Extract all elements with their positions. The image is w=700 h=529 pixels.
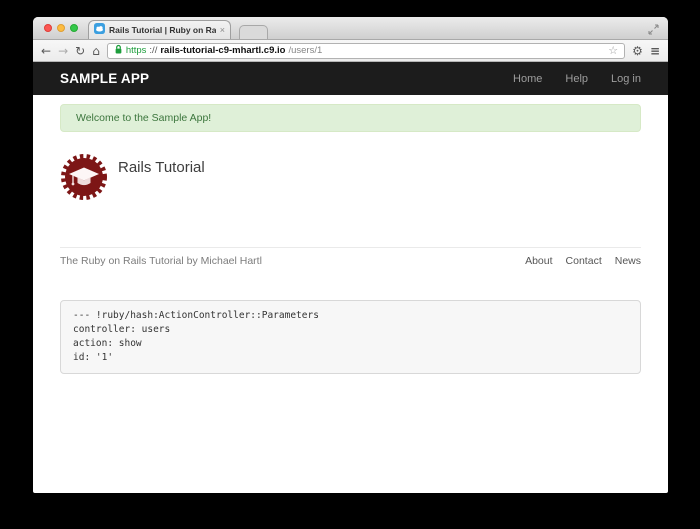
debug-line: --- !ruby/hash:ActionController::Paramet… xyxy=(73,309,628,323)
nav-link-help[interactable]: Help xyxy=(565,73,588,85)
rails-tutorial-seal-avatar xyxy=(60,153,108,206)
url-path: /users/1 xyxy=(288,45,322,56)
footer-links: About Contact News xyxy=(525,255,641,267)
nav-link-login[interactable]: Log in xyxy=(611,73,641,85)
close-window-button[interactable] xyxy=(44,24,52,32)
https-lock-icon xyxy=(114,44,123,58)
nav-links: Home Help Log in xyxy=(513,73,641,85)
nav-link-home[interactable]: Home xyxy=(513,73,542,85)
tab-title: Rails Tutorial | Ruby on Ra xyxy=(109,25,216,35)
footer-credit-text[interactable]: The Ruby on Rails Tutorial by Michael Ha… xyxy=(60,255,262,267)
debug-line: controller: users xyxy=(73,323,628,337)
fullscreen-expand-icon[interactable] xyxy=(648,22,659,40)
back-icon[interactable]: ← xyxy=(41,45,51,57)
browser-tab[interactable]: Rails Tutorial | Ruby on Ra × xyxy=(88,20,231,39)
rails-debug-info-box: --- !ruby/hash:ActionController::Paramet… xyxy=(60,300,641,374)
brand-link[interactable]: SAMPLE APP xyxy=(60,71,149,86)
favicon-cloud9-icon xyxy=(94,21,105,39)
browser-toolbar: ← → ↻ ⌂ https://rails-tutorial-c9-mhartl… xyxy=(33,40,668,62)
menu-hamburger-icon[interactable]: ≡ xyxy=(650,45,660,57)
bookmark-star-icon[interactable]: ☆ xyxy=(608,44,618,57)
footer-link-news[interactable]: News xyxy=(615,255,641,267)
footer-link-contact[interactable]: Contact xyxy=(566,255,602,267)
user-profile-section: Rails Tutorial xyxy=(60,153,641,206)
site-footer: The Ruby on Rails Tutorial by Michael Ha… xyxy=(60,247,641,267)
footer-link-about[interactable]: About xyxy=(525,255,552,267)
user-name-heading: Rails Tutorial xyxy=(118,159,205,176)
site-navbar: SAMPLE APP Home Help Log in xyxy=(33,62,668,95)
flash-success-message: Welcome to the Sample App! xyxy=(60,104,641,132)
home-icon[interactable]: ⌂ xyxy=(92,45,100,57)
url-scheme: https xyxy=(126,45,147,56)
url-separator: :// xyxy=(149,45,157,56)
reload-icon[interactable]: ↻ xyxy=(75,45,85,57)
gear-icon[interactable]: ⚙ xyxy=(632,45,643,57)
debug-line: id: '1' xyxy=(73,351,628,365)
address-bar[interactable]: https://rails-tutorial-c9-mhartl.c9.io/u… xyxy=(107,43,625,59)
tab-close-icon[interactable]: × xyxy=(220,26,225,35)
minimize-window-button[interactable] xyxy=(57,24,65,32)
zoom-window-button[interactable] xyxy=(70,24,78,32)
desktop-background: Rails Tutorial | Ruby on Ra × ← → ↻ ⌂ xyxy=(0,0,700,529)
browser-titlebar: Rails Tutorial | Ruby on Ra × xyxy=(33,17,668,40)
forward-icon[interactable]: → xyxy=(58,45,68,57)
browser-window: Rails Tutorial | Ruby on Ra × ← → ↻ ⌂ xyxy=(33,17,668,493)
url-host: rails-tutorial-c9-mhartl.c9.io xyxy=(160,45,285,56)
window-controls xyxy=(44,24,78,32)
new-tab-button[interactable] xyxy=(239,25,268,39)
page-content: Welcome to the Sample App! Rails Tutoria… xyxy=(33,95,668,374)
debug-line: action: show xyxy=(73,337,628,351)
